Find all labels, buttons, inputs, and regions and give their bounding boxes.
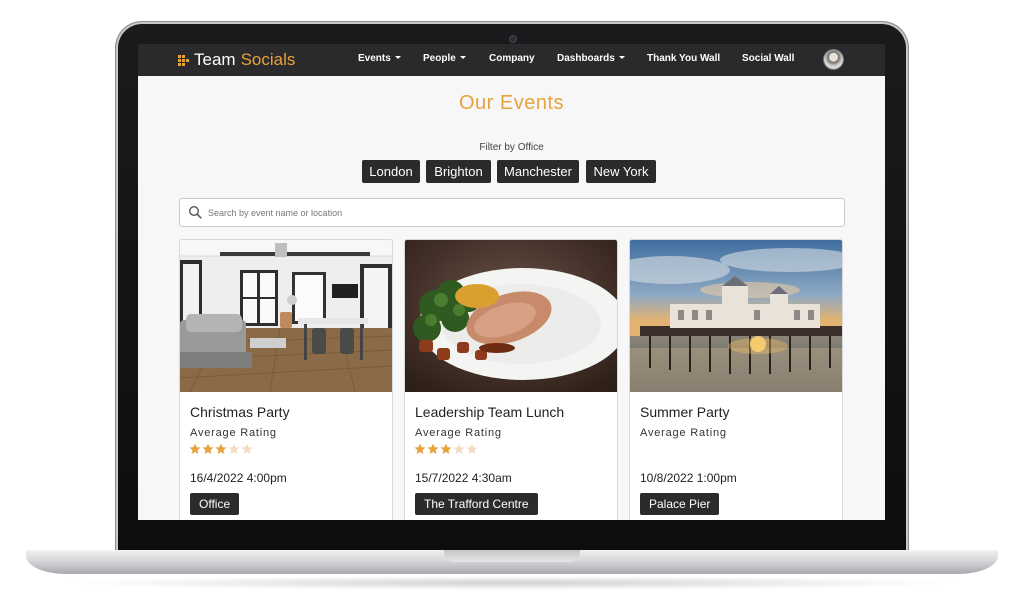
- nav-label: Thank You Wall: [647, 53, 721, 64]
- user-avatar[interactable]: [824, 50, 843, 69]
- event-title: Christmas Party: [190, 404, 290, 420]
- event-date: 15/7/2022 4:30am: [415, 471, 512, 485]
- nav-label: Dashboards: [557, 53, 615, 64]
- filter-new-york-button[interactable]: New York: [586, 160, 656, 183]
- laptop-notch: [444, 550, 580, 562]
- nav-item-thank-you-wall[interactable]: Thank You Wall: [647, 53, 720, 67]
- filter-manchester-button[interactable]: Manchester: [497, 160, 579, 183]
- event-date: 16/4/2022 4:00pm: [190, 471, 287, 485]
- webcam-icon: [510, 36, 516, 42]
- grid-logo-icon: [178, 54, 189, 66]
- nav-item-people[interactable]: People: [423, 53, 466, 67]
- event-title: Summer Party: [640, 404, 730, 420]
- location-tag[interactable]: Office: [190, 493, 240, 515]
- star-filled-icon: [189, 443, 201, 454]
- star-filled-icon: [427, 443, 439, 454]
- caret-down-icon: [459, 56, 466, 59]
- star-filled-icon: [414, 443, 426, 454]
- star-filled-icon: [440, 443, 452, 454]
- filter-label: Filter by Office: [479, 142, 544, 153]
- filter-brighton-button[interactable]: Brighton: [426, 160, 491, 183]
- search-icon: [188, 205, 202, 219]
- star-empty-icon: [228, 443, 240, 454]
- event-card-summer-party[interactable]: Summer Party Average Rating 10/8/2022 1:…: [629, 239, 843, 520]
- event-card-leadership-team-lunch[interactable]: Leadership Team Lunch Average Rating 15/…: [404, 239, 618, 520]
- nav-item-events[interactable]: Events: [358, 53, 401, 67]
- page-title: Our Events: [458, 92, 565, 114]
- brand-accent: Socials: [240, 50, 296, 69]
- star-empty-icon: [466, 443, 478, 454]
- star-filled-icon: [202, 443, 214, 454]
- rating-label: Average Rating: [415, 427, 502, 439]
- filter-london-button[interactable]: London: [362, 160, 420, 183]
- nav-item-social-wall[interactable]: Social Wall: [742, 53, 794, 67]
- star-empty-icon: [241, 443, 253, 454]
- nav-label: People: [423, 53, 456, 64]
- star-filled-icon: [215, 443, 227, 454]
- star-rating: [189, 443, 253, 455]
- plated-meal-photo: [405, 240, 617, 392]
- event-date: 10/8/2022 1:00pm: [640, 471, 737, 485]
- brand-name: Team: [194, 50, 236, 69]
- brand-logo[interactable]: Team Socials: [178, 50, 295, 70]
- event-card-christmas-party[interactable]: Christmas Party Average Rating 16/4/2022…: [179, 239, 393, 520]
- event-title: Leadership Team Lunch: [415, 404, 565, 420]
- app-screen: Team Socials Events People Company Dashb…: [138, 44, 885, 520]
- search-bar: [179, 198, 845, 227]
- nav-label: Social Wall: [742, 53, 795, 64]
- star-rating: [414, 443, 478, 455]
- nav-item-company[interactable]: Company: [489, 53, 535, 67]
- star-empty-icon: [453, 443, 465, 454]
- location-tag[interactable]: Palace Pier: [640, 493, 720, 515]
- nav-item-dashboards[interactable]: Dashboards: [557, 53, 625, 67]
- nav-label: Events: [358, 53, 391, 64]
- rating-label: Average Rating: [190, 427, 277, 439]
- search-input[interactable]: [206, 202, 830, 224]
- nav-label: Company: [489, 53, 535, 64]
- laptop-shadow: [60, 576, 964, 590]
- caret-down-icon: [394, 56, 401, 59]
- rating-label: Average Rating: [640, 427, 727, 439]
- pier-sunset-photo: [630, 240, 842, 392]
- top-navbar: Team Socials Events People Company Dashb…: [138, 44, 885, 76]
- location-tag[interactable]: The Trafford Centre: [415, 493, 538, 515]
- caret-down-icon: [618, 56, 625, 59]
- office-interior-photo: [180, 240, 392, 392]
